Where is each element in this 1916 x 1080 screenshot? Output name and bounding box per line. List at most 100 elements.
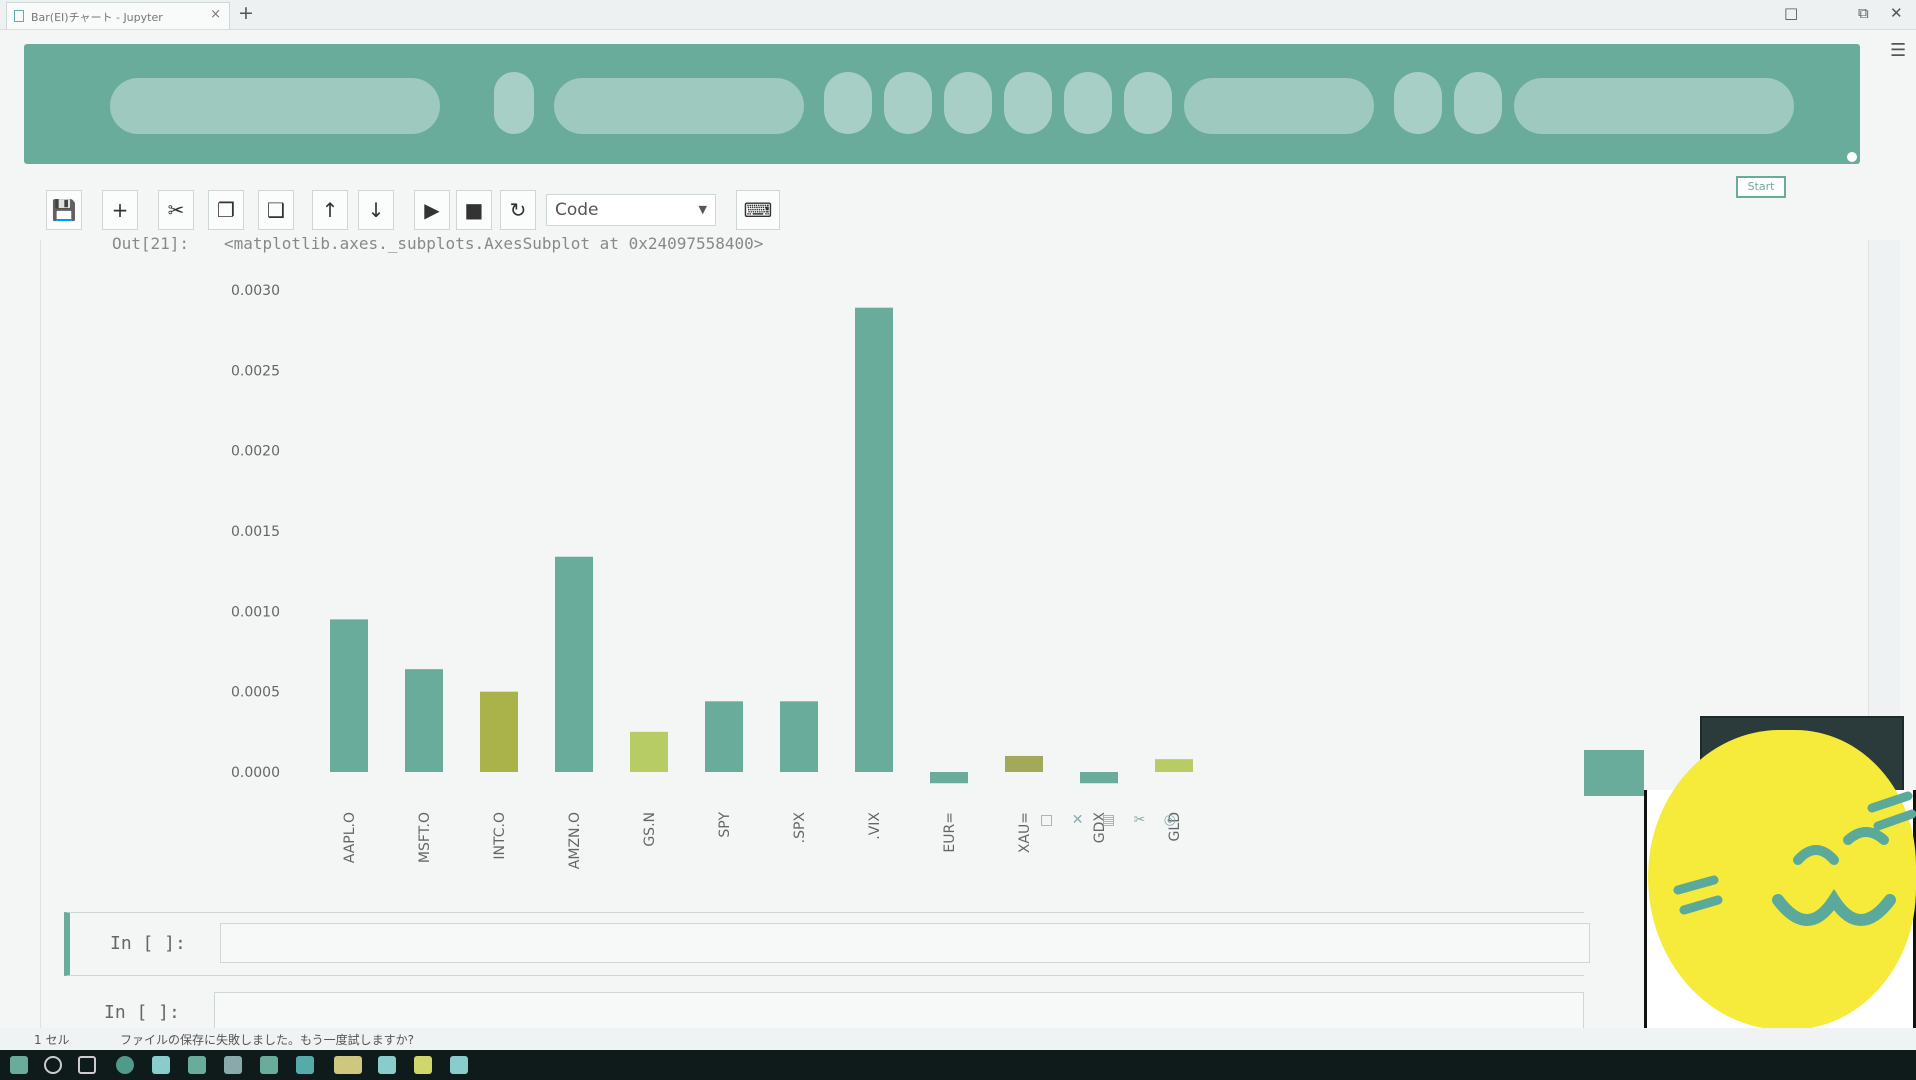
menu-edit[interactable] bbox=[554, 78, 804, 134]
save-icon[interactable]: 💾 bbox=[46, 190, 82, 230]
menu-extra-3[interactable] bbox=[1454, 72, 1502, 134]
start-menu-icon[interactable] bbox=[10, 1056, 28, 1074]
start-button[interactable]: Start bbox=[1736, 176, 1786, 198]
app-icon[interactable] bbox=[414, 1056, 432, 1074]
menu-icon[interactable]: ☰ bbox=[1890, 40, 1906, 61]
face-drawing bbox=[1673, 791, 1916, 926]
output-text: <matplotlib.axes._subplots.AxesSubplot a… bbox=[224, 234, 764, 253]
notebook-name[interactable] bbox=[110, 78, 440, 134]
paste-icon[interactable]: ❑ bbox=[258, 190, 294, 230]
search-icon[interactable] bbox=[44, 1056, 62, 1074]
menu-help[interactable] bbox=[1124, 72, 1172, 134]
status-cells: 1 セル bbox=[34, 1033, 70, 1047]
tab-title: Bar(EI)チャート - Jupyter bbox=[31, 11, 163, 24]
cell-type-select[interactable]: Code ▼ bbox=[546, 194, 716, 226]
x-tick-label: GS.N bbox=[642, 812, 658, 847]
y-tick-label: 0.0025 bbox=[231, 363, 280, 379]
move-up-icon[interactable]: ↑ bbox=[312, 190, 348, 230]
bar bbox=[330, 619, 368, 772]
cut-icon[interactable]: ✂ bbox=[158, 190, 194, 230]
restart-icon[interactable]: ↻ bbox=[500, 190, 536, 230]
resize-handle[interactable] bbox=[1845, 150, 1859, 164]
app-icon[interactable] bbox=[260, 1056, 278, 1074]
y-tick-label: 0.0030 bbox=[231, 283, 280, 299]
menu-extra[interactable] bbox=[1184, 78, 1374, 134]
page-icon bbox=[14, 10, 24, 22]
pin-icon[interactable]: □ bbox=[1784, 4, 1798, 22]
zoom-icon[interactable]: ▤ bbox=[1102, 812, 1115, 828]
output-prompt: Out[21]: bbox=[112, 234, 190, 253]
tools-icon[interactable]: ✂ bbox=[1134, 812, 1146, 828]
bar-chart: 0.0000 0.0005 0.0010 0.0015 0.0020 0.0025 0.00… bbox=[231, 283, 1193, 869]
app-icon[interactable] bbox=[378, 1056, 396, 1074]
cell-prompt: In [ ]: bbox=[110, 933, 186, 954]
app-icon[interactable] bbox=[296, 1056, 314, 1074]
new-tab-icon[interactable]: + bbox=[238, 2, 254, 24]
status-bar: 1 セル ファイルの保存に失敗しました。もう一度試しますか? bbox=[0, 1028, 1916, 1050]
menu-widgets[interactable] bbox=[1064, 72, 1112, 134]
cell-prompt: In [ ]: bbox=[104, 1002, 180, 1023]
bar bbox=[855, 307, 893, 772]
status-message: ファイルの保存に失敗しました。もう一度試しますか? bbox=[120, 1033, 415, 1047]
bar bbox=[780, 701, 818, 772]
os-taskbar bbox=[0, 1050, 1916, 1080]
plot-toolbar: □ ✕ ▤ ✂ ◎ bbox=[1040, 812, 1176, 828]
active-app-icon[interactable] bbox=[334, 1056, 362, 1074]
app-icon[interactable] bbox=[224, 1056, 242, 1074]
y-tick-label: 0.0015 bbox=[231, 524, 280, 540]
menu-insert[interactable] bbox=[884, 72, 932, 134]
explorer-app-icon[interactable] bbox=[152, 1056, 170, 1074]
x-tick-label: INTC.O bbox=[492, 812, 508, 860]
keyboard-icon[interactable]: ⌨ bbox=[736, 190, 780, 230]
bar bbox=[1080, 772, 1118, 784]
browser-app-icon[interactable] bbox=[116, 1056, 134, 1074]
x-tick-label: XAU= bbox=[1017, 812, 1033, 853]
app-icon[interactable] bbox=[450, 1056, 468, 1074]
y-tick-label: 0.0000 bbox=[231, 765, 280, 781]
x-tick-label: MSFT.O bbox=[417, 812, 433, 863]
home-icon[interactable]: □ bbox=[1040, 812, 1053, 828]
x-tick-label: .SPX bbox=[792, 812, 808, 844]
face-sticker bbox=[1648, 730, 1916, 1030]
menu-kernel[interactable] bbox=[1004, 72, 1052, 134]
menu-view[interactable] bbox=[824, 72, 872, 134]
bar bbox=[705, 701, 743, 772]
bar bbox=[405, 669, 443, 772]
browser-titlebar: Bar(EI)チャート - Jupyter × + □ ⧉ ✕ bbox=[0, 0, 1916, 30]
cell-input[interactable] bbox=[220, 923, 1590, 963]
bar bbox=[1155, 759, 1193, 772]
app-icon[interactable] bbox=[188, 1056, 206, 1074]
restore-icon[interactable]: ⧉ bbox=[1858, 4, 1869, 22]
cell-type-value: Code bbox=[555, 200, 599, 220]
copy-icon[interactable]: ❐ bbox=[208, 190, 244, 230]
x-tick-label: AMZN.O bbox=[567, 812, 583, 869]
notebook-header bbox=[24, 44, 1860, 164]
pan-icon[interactable]: ✕ bbox=[1072, 812, 1084, 828]
settings-icon[interactable]: ◎ bbox=[1164, 812, 1176, 828]
bar bbox=[555, 556, 593, 772]
x-tick-label: EUR= bbox=[942, 812, 958, 853]
close-window-icon[interactable]: ✕ bbox=[1890, 4, 1903, 22]
x-tick-label: SPY bbox=[717, 812, 733, 838]
x-tick-label: AAPL.O bbox=[342, 812, 358, 863]
x-tick-label: .VIX bbox=[867, 812, 883, 840]
bar bbox=[930, 772, 968, 784]
add-cell-icon[interactable]: + bbox=[102, 190, 138, 230]
task-view-icon[interactable] bbox=[78, 1056, 96, 1074]
menu-extra-2[interactable] bbox=[1394, 72, 1442, 134]
y-tick-label: 0.0020 bbox=[231, 444, 280, 460]
y-tick-label: 0.0005 bbox=[231, 685, 280, 701]
menu-file[interactable] bbox=[494, 72, 534, 134]
bar bbox=[630, 731, 668, 772]
cell-input[interactable] bbox=[214, 992, 1584, 1032]
y-tick-label: 0.0010 bbox=[231, 604, 280, 620]
overlay-panel bbox=[1584, 750, 1644, 796]
chevron-down-icon: ▼ bbox=[698, 203, 707, 216]
close-tab-icon[interactable]: × bbox=[210, 7, 221, 22]
browser-tab[interactable]: Bar(EI)チャート - Jupyter × bbox=[6, 2, 230, 29]
menu-cell[interactable] bbox=[944, 72, 992, 134]
stop-icon[interactable]: ■ bbox=[456, 190, 492, 230]
run-icon[interactable]: ▶ bbox=[414, 190, 450, 230]
code-cell-selected[interactable]: In [ ]: bbox=[64, 912, 1590, 976]
move-down-icon[interactable]: ↓ bbox=[358, 190, 394, 230]
